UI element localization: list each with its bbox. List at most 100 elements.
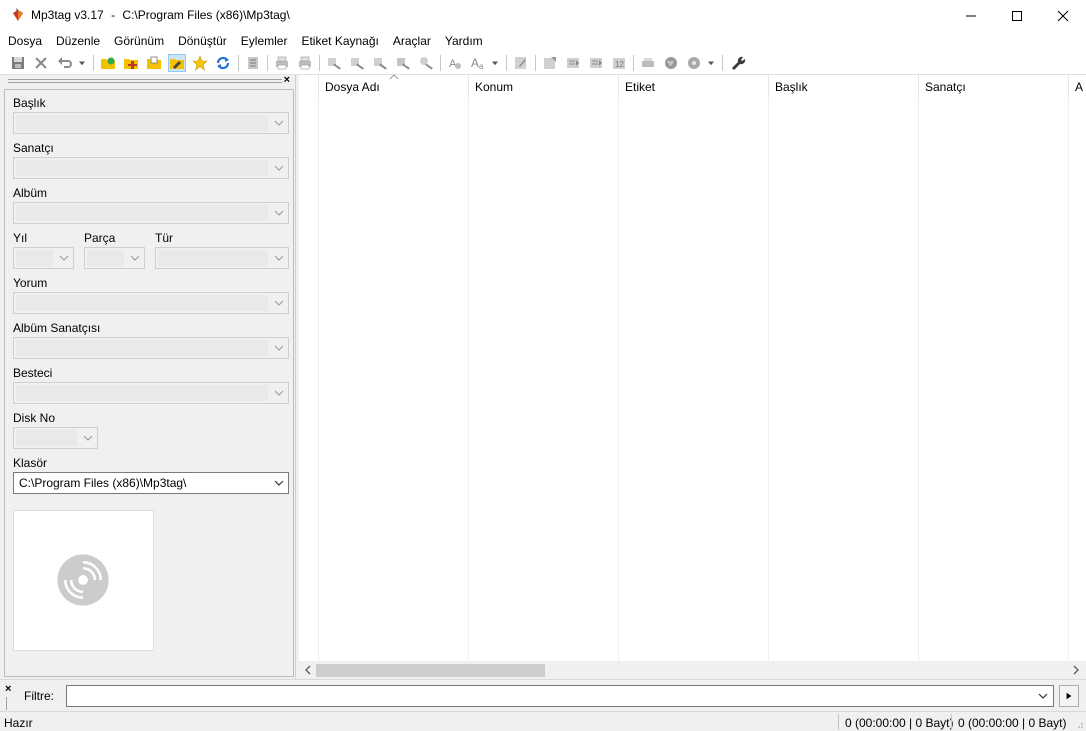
- print-preview-icon[interactable]: [296, 54, 314, 72]
- close-filter-icon[interactable]: ×: [5, 683, 11, 695]
- title-label: Başlık: [13, 96, 46, 110]
- disc-source-dropdown-icon[interactable]: [705, 54, 717, 72]
- column-tag-label: Etiket: [625, 80, 656, 94]
- options-wrench-icon[interactable]: [729, 54, 747, 72]
- title-combo[interactable]: [13, 112, 289, 134]
- menu-tag-sources[interactable]: Etiket Kaynağı: [294, 31, 385, 51]
- tag-to-filename-icon[interactable]: [325, 54, 343, 72]
- disc-source-icon[interactable]: [685, 54, 703, 72]
- track-combo[interactable]: [84, 247, 145, 269]
- favorites-star-icon[interactable]: [191, 54, 209, 72]
- close-button[interactable]: [1040, 0, 1086, 31]
- menu-tools[interactable]: Araçlar: [386, 31, 438, 51]
- column-location-label: Konum: [475, 80, 514, 94]
- horizontal-scrollbar[interactable]: [299, 661, 1086, 679]
- cover-art-area[interactable]: [13, 510, 154, 651]
- folder-combo[interactable]: C:\Program Files (x86)\Mp3tag\: [13, 472, 289, 494]
- menu-view[interactable]: Görünüm: [107, 31, 171, 51]
- web-source-icon[interactable]: [662, 54, 680, 72]
- column-header-empty[interactable]: [299, 75, 319, 97]
- album-artist-label: Albüm Sanatçısı: [13, 321, 101, 335]
- toolbar: A Aa 12: [0, 51, 1086, 75]
- close-panel-icon[interactable]: ×: [284, 74, 290, 86]
- window-title: Mp3tag v3.17 - C:\Program Files (x86)\Mp…: [31, 8, 290, 22]
- scrollbar-thumb[interactable]: [316, 664, 545, 677]
- chevron-down-icon: [274, 210, 284, 216]
- undo-icon[interactable]: [56, 54, 74, 72]
- save-icon[interactable]: [9, 54, 27, 72]
- resize-grip-icon[interactable]: [1074, 719, 1084, 729]
- auto-numbering-icon[interactable]: A: [446, 54, 464, 72]
- comment-label: Yorum: [13, 276, 48, 290]
- tag-panel-icon[interactable]: [244, 54, 262, 72]
- maximize-button[interactable]: [994, 0, 1040, 31]
- case-conversion-icon[interactable]: Aa: [469, 54, 487, 72]
- open-folder-icon[interactable]: [145, 54, 163, 72]
- column-header-location[interactable]: Konum: [469, 75, 619, 97]
- status-ready: Hazır: [4, 716, 33, 730]
- album-artist-combo[interactable]: [13, 337, 289, 359]
- menu-help[interactable]: Yardım: [438, 31, 490, 51]
- status-total: 0 (00:00:00 | 0 Bayt): [958, 716, 1067, 730]
- artist-combo[interactable]: [13, 157, 289, 179]
- refresh-icon[interactable]: [214, 54, 232, 72]
- composer-label: Besteci: [13, 366, 53, 380]
- filename-to-filename-icon[interactable]: [371, 54, 389, 72]
- current-path: C:\Program Files (x86)\Mp3tag\: [122, 8, 290, 22]
- print-icon[interactable]: [273, 54, 291, 72]
- favorites-folder-icon[interactable]: [168, 54, 186, 72]
- column-header-title[interactable]: Başlık: [769, 75, 919, 97]
- column-header-filename[interactable]: Dosya Adı: [319, 74, 469, 97]
- export-icon[interactable]: [587, 54, 605, 72]
- column-header-artist[interactable]: Sanatçı: [919, 75, 1069, 97]
- title-separator: -: [111, 8, 116, 22]
- disc-placeholder-icon: [57, 554, 109, 606]
- genre-label: Tür: [155, 231, 173, 245]
- filter-grip[interactable]: [6, 697, 9, 710]
- undo-dropdown-icon[interactable]: [76, 54, 88, 72]
- column-header-tag[interactable]: Etiket: [619, 75, 769, 97]
- disc-number-combo[interactable]: [13, 427, 98, 449]
- add-directory-icon[interactable]: [122, 54, 140, 72]
- panel-grip[interactable]: [8, 79, 282, 83]
- tag-to-tag-icon[interactable]: [417, 54, 435, 72]
- playlist-icon[interactable]: [564, 54, 582, 72]
- filter-input[interactable]: [66, 685, 1054, 707]
- column-album-label: A: [1075, 80, 1084, 94]
- menu-convert[interactable]: Dönüştür: [171, 31, 234, 51]
- extended-tags-icon[interactable]: [512, 54, 530, 72]
- tag-panel: × Başlık Sanatçı Albüm Yıl Parça Tür Yor…: [0, 74, 296, 679]
- play-arrow-icon: [1066, 692, 1072, 700]
- genre-combo[interactable]: [155, 247, 289, 269]
- remove-tag-icon[interactable]: [32, 54, 50, 72]
- menu-actions[interactable]: Eylemler: [234, 31, 295, 51]
- filename-to-tag-icon[interactable]: [348, 54, 366, 72]
- track-label: Parça: [84, 231, 116, 245]
- apply-filter-button[interactable]: [1059, 685, 1079, 707]
- change-directory-icon[interactable]: [99, 54, 117, 72]
- chevron-down-icon: [274, 255, 284, 261]
- composer-combo[interactable]: [13, 382, 289, 404]
- scroll-right-icon[interactable]: [1070, 664, 1082, 676]
- sort-ascending-icon: [389, 74, 399, 80]
- year-combo[interactable]: [13, 247, 74, 269]
- tag-sources-icon[interactable]: [639, 54, 657, 72]
- column-header-album[interactable]: A: [1069, 75, 1086, 97]
- minimize-button[interactable]: [948, 0, 994, 31]
- case-dropdown-icon[interactable]: [489, 54, 501, 72]
- comment-combo[interactable]: [13, 292, 289, 314]
- file-list[interactable]: Dosya Adı Konum Etiket Başlık Sanatçı A: [299, 74, 1086, 679]
- tag-edit-icon[interactable]: [541, 54, 559, 72]
- text-file-to-tag-icon[interactable]: [394, 54, 412, 72]
- numbering-icon[interactable]: 12: [610, 54, 628, 72]
- artist-label: Sanatçı: [13, 141, 54, 155]
- chevron-down-icon: [59, 255, 69, 261]
- menu-file[interactable]: Dosya: [1, 31, 49, 51]
- menu-edit[interactable]: Düzenle: [49, 31, 107, 51]
- status-bar: Hazır 0 (00:00:00 | 0 Bayt) 0 (00:00:00 …: [0, 711, 1086, 731]
- album-combo[interactable]: [13, 202, 289, 224]
- scroll-left-icon[interactable]: [302, 664, 314, 676]
- filter-label: Filtre:: [24, 689, 54, 703]
- chevron-down-icon[interactable]: [1037, 691, 1049, 701]
- chevron-down-icon: [83, 435, 93, 441]
